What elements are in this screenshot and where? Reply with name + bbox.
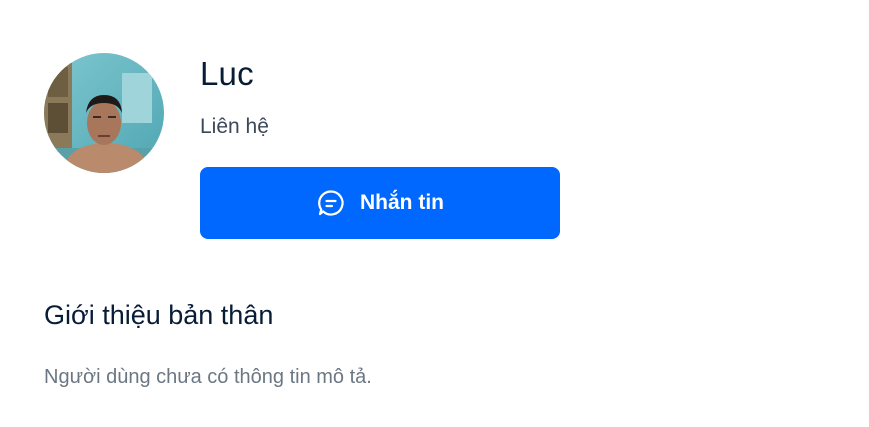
message-button-label: Nhắn tin xyxy=(360,191,444,214)
avatar-image xyxy=(44,53,164,173)
chat-bubble-icon xyxy=(316,188,346,218)
relation-label: Liên hệ xyxy=(200,115,269,138)
message-button[interactable]: Nhắn tin xyxy=(200,167,560,239)
profile-name: Luc xyxy=(200,55,254,92)
about-section-text: Người dùng chưa có thông tin mô tả. xyxy=(44,366,372,388)
avatar[interactable] xyxy=(44,53,164,173)
about-section-title: Giới thiệu bản thân xyxy=(44,300,274,330)
